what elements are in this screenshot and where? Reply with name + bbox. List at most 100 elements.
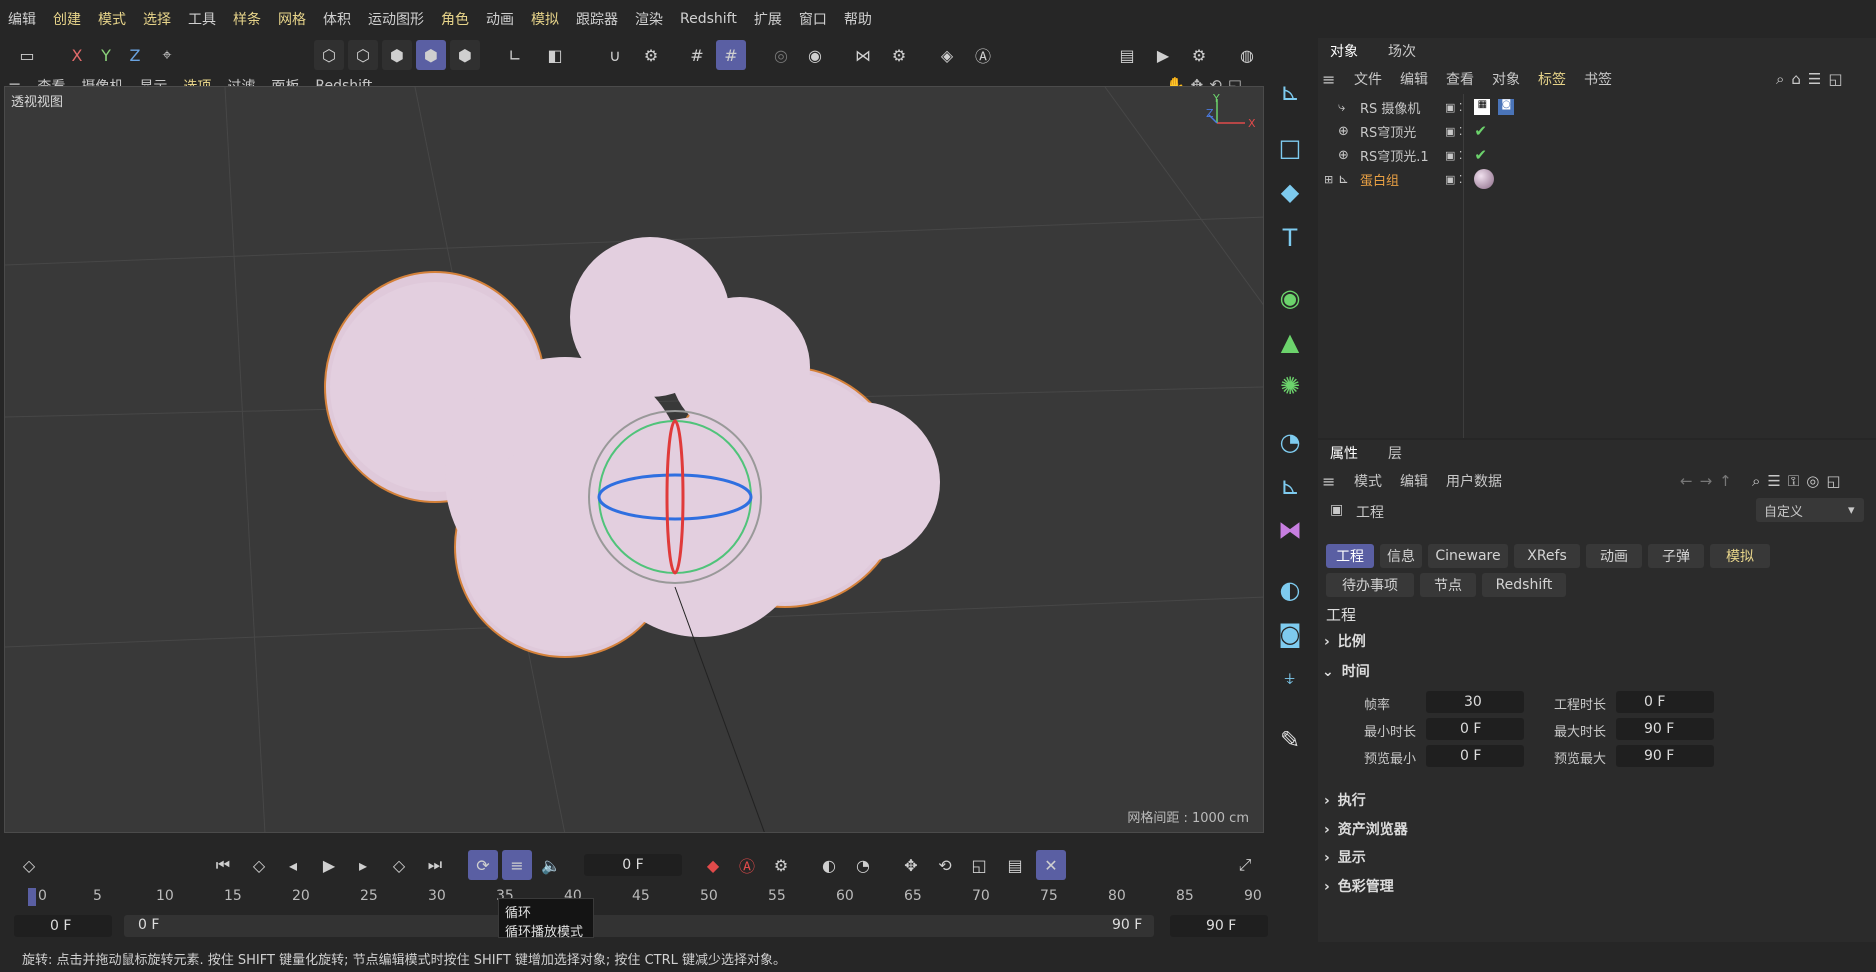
preview-max-field[interactable]: 90 F [1616, 745, 1714, 767]
menu-character[interactable]: 角色 [441, 9, 469, 29]
menu-mograph[interactable]: 运动图形 [368, 9, 424, 29]
y-axis-lock-button[interactable]: Y [91, 40, 121, 70]
menu-select[interactable]: 选择 [143, 9, 171, 29]
sculpt-brush-icon[interactable]: ✎ [1272, 722, 1308, 758]
menu-redshift[interactable]: Redshift [680, 11, 737, 27]
chip-xrefs[interactable]: XRefs [1514, 544, 1580, 568]
preview-min-field[interactable]: 0 F [1426, 745, 1524, 767]
menu-help[interactable]: 帮助 [844, 9, 872, 29]
object-row[interactable]: ⊕ RS穹顶光.1 ▣ ⁚ ✔ [1318, 143, 1876, 167]
spline-pen-icon[interactable]: □ [1272, 130, 1308, 166]
light-icon[interactable]: Ⓐ [968, 40, 998, 70]
record-key-icon[interactable]: ◆ [698, 850, 728, 880]
menu-render[interactable]: 渲染 [635, 9, 663, 29]
chip-animation[interactable]: 动画 [1586, 544, 1642, 568]
preset-dropdown[interactable]: 自定义 ▾ [1756, 498, 1864, 522]
key-param-icon[interactable]: ▤ [1000, 850, 1030, 880]
generator-icon[interactable]: ◉ [1272, 280, 1308, 316]
enabled-check-icon[interactable]: ✔ [1474, 122, 1487, 140]
grid-snap-icon[interactable]: # [716, 40, 746, 70]
om-menu-tags[interactable]: 标签 [1538, 69, 1566, 89]
next-frame-icon[interactable]: ▸ [348, 850, 378, 880]
grid-icon[interactable]: # [682, 40, 712, 70]
cube-icon[interactable]: ◆ [1272, 174, 1308, 210]
current-frame-field[interactable]: 0 F [584, 854, 682, 876]
om-menu-view[interactable]: 查看 [1446, 69, 1474, 89]
chip-redshift[interactable]: Redshift [1482, 573, 1566, 597]
menu-extensions[interactable]: 扩展 [754, 9, 782, 29]
z-axis-lock-button[interactable]: Z [120, 40, 150, 70]
motion-mouse-icon[interactable]: ◐ [814, 850, 844, 880]
chip-cineware[interactable]: Cineware [1428, 544, 1508, 568]
object-flags-icon[interactable]: ▣ ⁚ [1445, 149, 1462, 162]
am-menu-userdata[interactable]: 用户数据 [1446, 471, 1502, 491]
undo-history-icon[interactable]: ▭ [12, 40, 42, 70]
motion-record-icon[interactable]: ◔ [848, 850, 878, 880]
menu-mesh[interactable]: 网格 [278, 9, 306, 29]
points-mode-icon[interactable]: ⬡ [314, 40, 344, 70]
tab-objects[interactable]: 对象 [1330, 41, 1358, 61]
key-scale-icon[interactable]: ◱ [964, 850, 994, 880]
coordinate-system-icon[interactable]: ⌖ [152, 40, 182, 70]
render-region-icon[interactable]: ▤ [1112, 40, 1142, 70]
max-time-field[interactable]: 90 F [1616, 718, 1714, 740]
om-menu-edit[interactable]: 编辑 [1400, 69, 1428, 89]
render-settings-icon[interactable]: ⚙ [1184, 40, 1214, 70]
key-pla-icon[interactable]: ✕ [1036, 850, 1066, 880]
edges-mode-icon[interactable]: ⬡ [348, 40, 378, 70]
auto-key-icon[interactable]: Ⓐ [732, 850, 762, 880]
section-scale[interactable]: › 比例 [1324, 631, 1366, 651]
playback-mode-icon[interactable]: ≡ [502, 850, 532, 880]
redshift-rv-icon[interactable]: ◍ [1232, 40, 1262, 70]
null-icon[interactable]: ⊾ [1272, 468, 1308, 504]
fps-field[interactable]: 30 [1426, 691, 1524, 713]
object-row[interactable]: ⊞ ⊾ 蛋白组 ▣ ⁚ [1318, 167, 1876, 191]
perspective-viewport[interactable]: 透视视图 X Y Z 网格间距 : 1000 cm [4, 86, 1264, 833]
chip-nodes[interactable]: 节点 [1420, 573, 1476, 597]
key-position-icon[interactable]: ✥ [896, 850, 926, 880]
timeline-window-icon[interactable]: ⤢ [1230, 850, 1260, 880]
expand-icon[interactable]: ⊞ [1324, 173, 1338, 186]
chip-todo[interactable]: 待办事项 [1326, 573, 1414, 597]
range-slider[interactable]: 0 F 90 F [124, 915, 1154, 937]
object-row[interactable]: ⊕ RS穹顶光 ▣ ⁚ ✔ [1318, 119, 1876, 143]
effector-icon[interactable]: ✺ [1272, 368, 1308, 404]
menu-tracker[interactable]: 跟踪器 [576, 9, 618, 29]
am-menu-edit[interactable]: 编辑 [1400, 471, 1428, 491]
text-spline-icon[interactable]: T [1272, 220, 1308, 256]
chip-info[interactable]: 信息 [1380, 544, 1422, 568]
chip-project[interactable]: 工程 [1326, 544, 1374, 568]
tab-layers[interactable]: 层 [1388, 443, 1402, 463]
am-nav-icons[interactable]: ←→↑ [1680, 472, 1739, 490]
material-tag-icon[interactable] [1474, 169, 1495, 189]
enabled-check-icon[interactable]: ✔ [1474, 146, 1487, 164]
render-viewport-icon[interactable]: ▶ [1148, 40, 1178, 70]
om-hamburger-icon[interactable]: ≡ [1322, 70, 1335, 89]
prev-key-icon[interactable]: ◇ [244, 850, 274, 880]
play-icon[interactable]: ▶ [314, 850, 344, 880]
light-icon-palette[interactable]: ⍖ [1272, 660, 1308, 696]
chip-simulate[interactable]: 模拟 [1710, 544, 1770, 568]
menu-window[interactable]: 窗口 [799, 9, 827, 29]
go-to-end-icon[interactable]: ⏭ [420, 850, 450, 880]
sound-icon[interactable]: 🔈 [536, 850, 566, 880]
key-settings-icon[interactable]: ⚙ [766, 850, 796, 880]
om-search-filter-icons[interactable]: ⌕⌂☰◱ [1776, 70, 1850, 88]
section-time[interactable]: ⌄ 时间 [1322, 661, 1370, 681]
menu-edit[interactable]: 编辑 [8, 9, 36, 29]
menu-animate[interactable]: 动画 [486, 9, 514, 29]
doc-length-field[interactable]: 0 F [1616, 691, 1714, 713]
om-menu-object[interactable]: 对象 [1492, 69, 1520, 89]
x-axis-lock-button[interactable]: X [62, 40, 92, 70]
snap-settings-icon[interactable]: ⚙ [636, 40, 666, 70]
om-menu-file[interactable]: 文件 [1354, 69, 1382, 89]
am-hamburger-icon[interactable]: ≡ [1322, 472, 1335, 491]
menu-mode[interactable]: 模式 [98, 9, 126, 29]
field-icon[interactable]: ⧓ [1272, 512, 1308, 548]
rs-tag-icon[interactable]: ▦ [1474, 99, 1491, 115]
polygons-mode-icon[interactable]: ⬢ [382, 40, 412, 70]
menu-volume[interactable]: 体积 [323, 9, 351, 29]
model-mode-icon[interactable]: ⬢ [416, 40, 446, 70]
environment-icon[interactable]: ◐ [1272, 572, 1308, 608]
playhead[interactable] [28, 888, 36, 906]
